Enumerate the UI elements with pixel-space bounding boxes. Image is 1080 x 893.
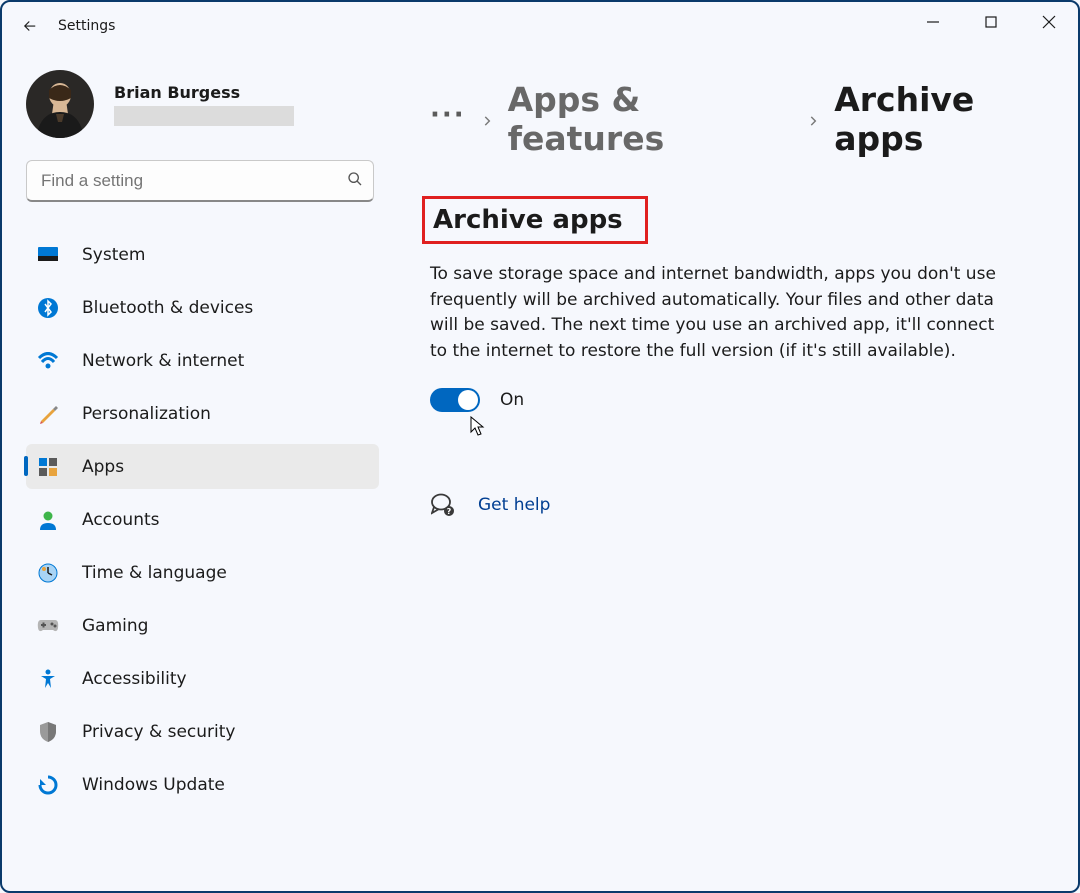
sidebar-item-system[interactable]: System: [26, 232, 379, 277]
sidebar-item-accounts[interactable]: Accounts: [26, 497, 379, 542]
breadcrumb-apps-features[interactable]: Apps & features: [508, 80, 793, 158]
archive-toggle[interactable]: [430, 388, 480, 412]
user-profile[interactable]: Brian Burgess: [26, 70, 370, 138]
breadcrumb-current: Archive apps: [834, 80, 1062, 158]
svg-text:?: ?: [447, 507, 452, 516]
update-icon: [36, 773, 60, 797]
sidebar-item-accessibility[interactable]: Accessibility: [26, 656, 379, 701]
description-text: To save storage space and internet bandw…: [430, 262, 1010, 364]
breadcrumb-more-icon[interactable]: ···: [430, 100, 466, 138]
help-icon: ?: [430, 492, 456, 518]
sidebar-item-apps[interactable]: Apps: [26, 444, 379, 489]
sidebar-item-label: Windows Update: [82, 775, 225, 795]
sidebar-item-personalization[interactable]: Personalization: [26, 391, 379, 436]
sidebar-item-update[interactable]: Windows Update: [26, 762, 379, 807]
sidebar-item-label: System: [82, 245, 145, 265]
sidebar-item-label: Privacy & security: [82, 722, 236, 742]
avatar: [26, 70, 94, 138]
window-title: Settings: [50, 18, 115, 34]
heading-highlight: Archive apps: [422, 196, 648, 244]
minimize-icon: [927, 16, 939, 28]
profile-email-redacted: [114, 106, 294, 126]
breadcrumb: ··· Apps & features Archive apps: [430, 80, 1062, 158]
close-icon: [1042, 15, 1056, 29]
nav-list: System Bluetooth & devices Network & int…: [26, 232, 379, 807]
cursor-icon: [470, 416, 486, 440]
sidebar-item-label: Accounts: [82, 510, 160, 530]
sidebar-item-label: Gaming: [82, 616, 148, 636]
sidebar-item-privacy[interactable]: Privacy & security: [26, 709, 379, 754]
sidebar-item-time[interactable]: Time & language: [26, 550, 379, 595]
maximize-icon: [985, 16, 997, 28]
search-icon: [347, 171, 363, 191]
back-button[interactable]: [10, 6, 50, 46]
shield-icon: [36, 720, 60, 744]
sidebar-item-gaming[interactable]: Gaming: [26, 603, 379, 648]
wifi-icon: [36, 349, 60, 373]
minimize-button[interactable]: [904, 2, 962, 42]
maximize-button[interactable]: [962, 2, 1020, 42]
gamepad-icon: [36, 614, 60, 638]
help-row: ? Get help: [430, 492, 1062, 518]
search-input[interactable]: [41, 171, 347, 191]
close-button[interactable]: [1020, 2, 1078, 42]
profile-name: Brian Burgess: [114, 83, 294, 102]
archive-toggle-row: On: [430, 388, 1062, 412]
sidebar-item-label: Bluetooth & devices: [82, 298, 253, 318]
main-content: ··· Apps & features Archive apps Archive…: [382, 50, 1078, 891]
sidebar-item-bluetooth[interactable]: Bluetooth & devices: [26, 285, 379, 330]
sidebar-item-label: Time & language: [82, 563, 227, 583]
sidebar-item-label: Personalization: [82, 404, 211, 424]
sidebar-item-label: Apps: [82, 457, 124, 477]
sidebar-item-label: Accessibility: [82, 669, 187, 689]
paintbrush-icon: [36, 402, 60, 426]
clock-icon: [36, 561, 60, 585]
sidebar-item-label: Network & internet: [82, 351, 244, 371]
system-icon: [36, 243, 60, 267]
chevron-right-icon: [480, 100, 494, 139]
bluetooth-icon: [36, 296, 60, 320]
apps-icon: [36, 455, 60, 479]
accessibility-icon: [36, 667, 60, 691]
person-icon: [36, 508, 60, 532]
search-box[interactable]: [26, 160, 374, 202]
arrow-left-icon: [21, 17, 39, 35]
sidebar-item-network[interactable]: Network & internet: [26, 338, 379, 383]
toggle-knob: [458, 390, 478, 410]
sidebar: Brian Burgess System Bluetooth & devi: [2, 50, 382, 891]
window-controls: [904, 2, 1078, 42]
get-help-link[interactable]: Get help: [478, 495, 550, 515]
chevron-right-icon: [806, 100, 820, 139]
page-title: Archive apps: [433, 205, 623, 235]
toggle-state-label: On: [500, 390, 524, 410]
